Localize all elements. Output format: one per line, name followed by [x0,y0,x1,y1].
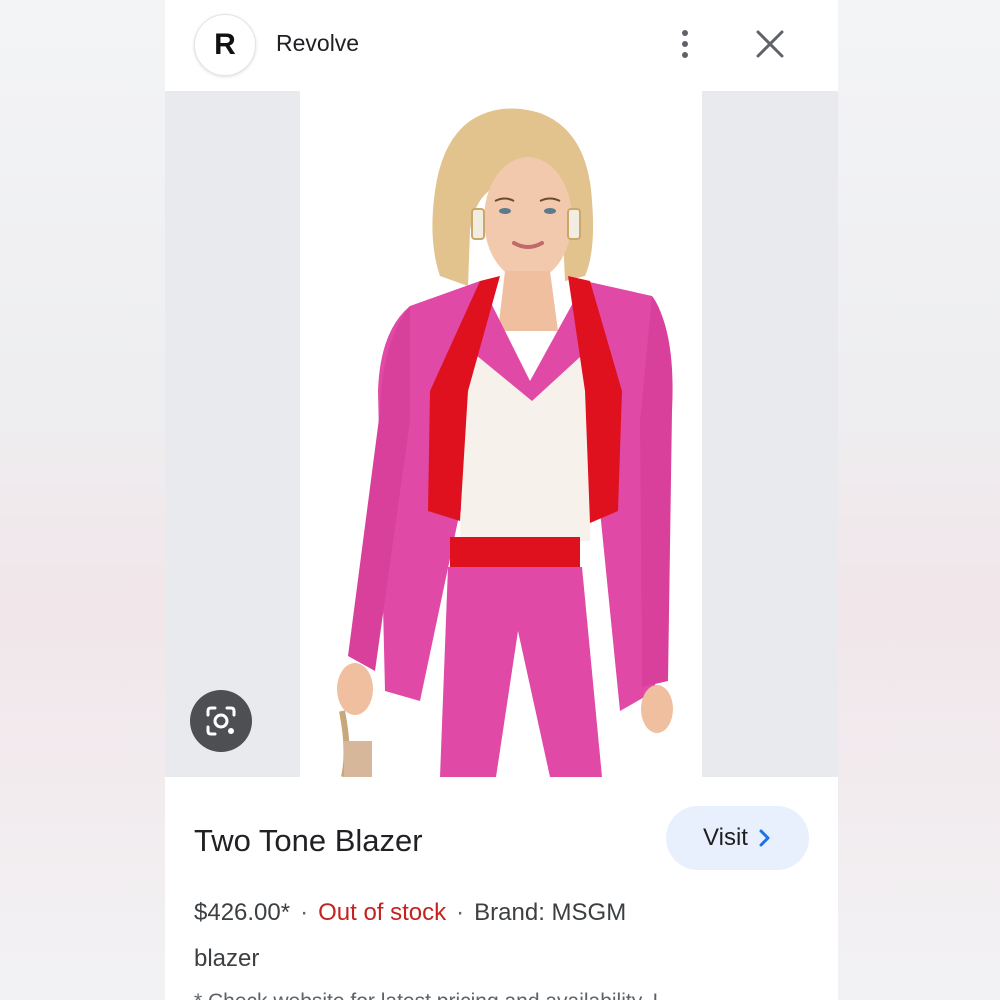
more-vert-icon-dot [682,41,688,47]
more-vert-icon [682,30,688,36]
product-price: $426.00* [194,899,291,926]
product-image[interactable] [300,91,702,777]
blurred-backdrop-right [838,0,1000,1000]
close-button[interactable] [752,26,788,62]
product-photo [337,108,673,777]
product-title[interactable]: Two Tone Blazer [194,823,423,859]
next-image-panel[interactable] [702,91,838,777]
product-meta: $426.00* · Out of stock · Brand: MSGM [194,899,626,927]
visit-button-label: Visit [703,824,748,851]
product-card: R Revolve Two Tone Blazer Visit $426.00*… [165,0,838,1000]
more-vert-icon-dot [682,52,688,58]
site-logo[interactable]: R [194,14,256,76]
blurred-backdrop-left [0,0,165,1000]
stock-status: Out of stock [318,899,447,926]
lens-button[interactable] [190,690,252,752]
more-options-button[interactable] [668,22,702,66]
site-name[interactable]: Revolve [276,30,359,57]
image-gallery [165,91,838,777]
product-brand: Brand: MSGM [474,899,627,926]
card-header: R Revolve [165,0,838,91]
chevron-right-icon [759,829,770,847]
pricing-disclaimer: * Check website for latest pricing and a… [194,990,658,1000]
visit-button[interactable]: Visit [666,806,809,870]
product-category: blazer [194,945,260,972]
separator-dot: · [300,899,309,926]
separator-dot: · [456,899,465,926]
google-lens-icon [206,706,236,736]
site-logo-letter: R [214,28,236,61]
close-icon [756,30,784,58]
previous-image-panel[interactable] [165,91,300,777]
